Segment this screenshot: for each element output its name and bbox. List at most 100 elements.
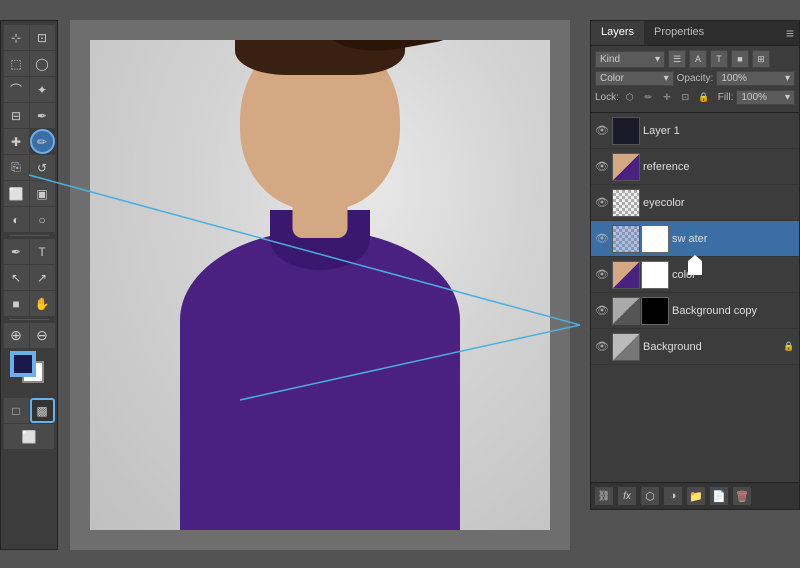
zoom-btn[interactable]: ⊕ bbox=[4, 323, 29, 348]
layer-item-reference[interactable]: 👁 reference bbox=[591, 149, 799, 185]
portrait-body bbox=[180, 230, 460, 530]
filter-smartobj-btn[interactable]: ⊞ bbox=[752, 50, 770, 68]
fill-value: 100% bbox=[741, 92, 767, 103]
lock-fill-row: Lock: ⬡ ✏ ✛ ⊡ 🔒 Fill: 100% ▾ bbox=[595, 89, 795, 105]
tool-row-5: ✚ ✏ bbox=[4, 129, 55, 154]
kind-dropdown[interactable]: Kind ▾ bbox=[595, 51, 665, 68]
visibility-bgcopy[interactable]: 👁 bbox=[595, 304, 609, 318]
color-thumbs bbox=[612, 261, 669, 289]
opacity-chevron: ▾ bbox=[785, 73, 790, 84]
quickmask-btn[interactable]: ▩ bbox=[30, 398, 55, 423]
lock-all-btn[interactable]: 🔒 bbox=[696, 89, 712, 105]
healing-btn[interactable]: ✚ bbox=[4, 129, 29, 154]
color-label: Color bbox=[600, 73, 624, 84]
tool-row-6: ⎘ ↺ bbox=[4, 155, 55, 180]
tool-row-mode: □ ▩ bbox=[4, 398, 55, 423]
add-mask-btn[interactable]: ⬡ bbox=[640, 486, 660, 506]
path-select-btn[interactable]: ↖ bbox=[4, 265, 29, 290]
screen-mode-btn[interactable]: ⬜ bbox=[4, 424, 54, 449]
layer-item-layer1[interactable]: 👁 Layer 1 bbox=[591, 113, 799, 149]
fill-dropdown[interactable]: 100% ▾ bbox=[736, 90, 795, 105]
layer-item-eyecolor[interactable]: 👁 eyecolor bbox=[591, 185, 799, 221]
add-group-btn[interactable]: 📁 bbox=[686, 486, 706, 506]
visibility-color[interactable]: 👁 bbox=[595, 268, 609, 282]
layers-controls: Kind ▾ ☰ A T ■ ⊞ Color ▾ Opacity: 100% ▾… bbox=[591, 46, 799, 113]
clone-btn[interactable]: ⎘ bbox=[4, 155, 29, 180]
gradient-btn[interactable]: ▣ bbox=[30, 181, 55, 206]
direct-select-btn[interactable]: ↗ bbox=[30, 265, 55, 290]
wand-btn[interactable]: ✦ bbox=[30, 77, 55, 102]
tool-row-9: ✒ T bbox=[4, 239, 55, 264]
layer-item-background[interactable]: 👁 Background 🔒 bbox=[591, 329, 799, 365]
layer-fx-btn[interactable]: fx bbox=[617, 486, 637, 506]
visibility-background[interactable]: 👁 bbox=[595, 340, 609, 354]
layers-tabs: Layers Properties ≡ bbox=[591, 21, 799, 46]
kind-label: Kind bbox=[600, 54, 620, 65]
sweater-thumbs bbox=[612, 225, 669, 253]
lock-label: Lock: bbox=[595, 92, 619, 103]
color-dropdown[interactable]: Color ▾ bbox=[595, 71, 674, 86]
color-swatch-area bbox=[4, 353, 54, 393]
canvas-inner bbox=[90, 40, 550, 530]
new-layer-btn[interactable]: 📄 bbox=[709, 486, 729, 506]
standard-mode-btn[interactable]: □ bbox=[4, 398, 29, 423]
text-btn[interactable]: T bbox=[30, 239, 55, 264]
history-brush-btn[interactable]: ↺ bbox=[30, 155, 55, 180]
hand-btn[interactable]: ✋ bbox=[30, 291, 55, 316]
delete-layer-btn[interactable]: 🗑 bbox=[732, 486, 752, 506]
layer-name-reference: reference bbox=[643, 161, 795, 173]
tool-divider-1 bbox=[9, 235, 49, 236]
portrait bbox=[90, 40, 550, 530]
opacity-dropdown[interactable]: 100% ▾ bbox=[716, 71, 795, 86]
tool-row-screen: ⬜ bbox=[4, 424, 54, 449]
crop-btn[interactable]: ⊟ bbox=[4, 103, 29, 128]
eraser-btn[interactable]: ⬜ bbox=[4, 181, 29, 206]
marquee-rect-btn[interactable]: ⬚ bbox=[4, 51, 29, 76]
add-adjustment-btn[interactable]: ◑ bbox=[663, 486, 683, 506]
tool-row-zoom: ⊕ ⊖ bbox=[4, 323, 55, 348]
filter-type-btn[interactable]: T bbox=[710, 50, 728, 68]
layers-bottom: ⛓ fx ⬡ ◑ 📁 📄 🗑 bbox=[591, 482, 799, 509]
artboard-tool-btn[interactable]: ⊡ bbox=[30, 25, 55, 50]
link-layers-btn[interactable]: ⛓ bbox=[594, 486, 614, 506]
thumb-bgcopy-main bbox=[612, 297, 640, 325]
layer-list: 👁 Layer 1 👁 reference 👁 eyecolor 👁 bbox=[591, 113, 799, 482]
move-tool-btn[interactable]: ⊹ bbox=[4, 25, 29, 50]
lock-transparency-btn[interactable]: ⬡ bbox=[622, 89, 638, 105]
eyedropper-btn[interactable]: ✒ bbox=[30, 103, 55, 128]
panel-menu-btn[interactable]: ≡ bbox=[781, 21, 799, 45]
foreground-color-swatch[interactable] bbox=[12, 353, 34, 375]
dodge-btn[interactable]: ○ bbox=[30, 207, 55, 232]
tab-properties[interactable]: Properties bbox=[644, 21, 714, 45]
visibility-sweater[interactable]: 👁 bbox=[595, 232, 609, 246]
bgcopy-thumbs bbox=[612, 297, 669, 325]
lock-position-btn[interactable]: ✛ bbox=[659, 89, 675, 105]
tool-divider-2 bbox=[9, 319, 49, 320]
lock-image-btn[interactable]: ✏ bbox=[640, 89, 656, 105]
opacity-label: Opacity: bbox=[677, 73, 714, 84]
opacity-row: Color ▾ Opacity: 100% ▾ bbox=[595, 71, 795, 86]
brush-btn[interactable]: ✏ bbox=[30, 129, 55, 154]
layer-name-sweater: sw ater bbox=[672, 233, 795, 245]
pen-btn[interactable]: ✒ bbox=[4, 239, 29, 264]
kind-chevron: ▾ bbox=[655, 54, 660, 65]
tab-layers[interactable]: Layers bbox=[591, 21, 644, 45]
filter-pixel-btn[interactable]: ☰ bbox=[668, 50, 686, 68]
marquee-ellipse-btn[interactable]: ◯ bbox=[30, 51, 55, 76]
tool-row-11: ■ ✋ bbox=[4, 291, 55, 316]
filter-shape-btn[interactable]: ■ bbox=[731, 50, 749, 68]
layer-item-bgcopy[interactable]: 👁 Background copy bbox=[591, 293, 799, 329]
shape-btn[interactable]: ■ bbox=[4, 291, 29, 316]
blur-btn[interactable]: ◐ bbox=[4, 207, 29, 232]
layer-item-sweater[interactable]: 👁 sw ater bbox=[591, 221, 799, 257]
zoom-out-btn[interactable]: ⊖ bbox=[30, 323, 55, 348]
visibility-layer1[interactable]: 👁 bbox=[595, 124, 609, 138]
tool-row-2: ⬚ ◯ bbox=[4, 51, 55, 76]
canvas-area bbox=[70, 20, 570, 550]
visibility-reference[interactable]: 👁 bbox=[595, 160, 609, 174]
visibility-eyecolor[interactable]: 👁 bbox=[595, 196, 609, 210]
filter-adjust-btn[interactable]: A bbox=[689, 50, 707, 68]
lock-artboard-btn[interactable]: ⊡ bbox=[678, 89, 694, 105]
lasso-btn[interactable]: ⌒ bbox=[4, 77, 29, 102]
layers-panel: Layers Properties ≡ Kind ▾ ☰ A T ■ ⊞ Col… bbox=[590, 20, 800, 510]
